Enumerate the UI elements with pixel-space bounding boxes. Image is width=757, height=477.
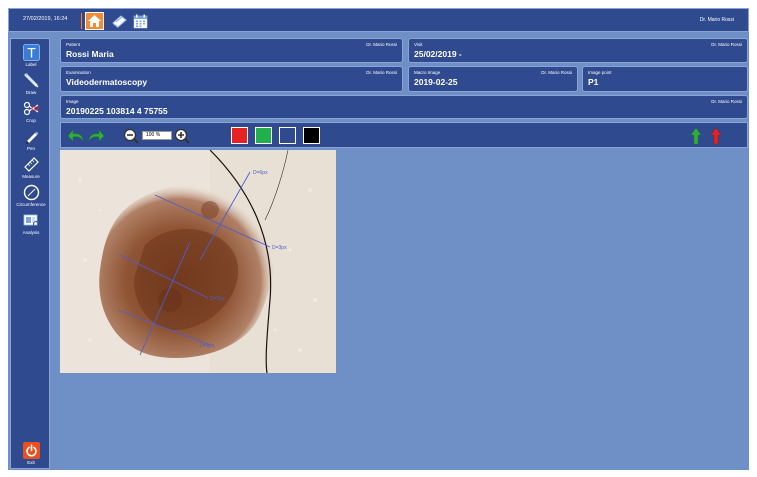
calendar-button[interactable]	[131, 12, 150, 30]
image-point-field-value: P1	[588, 77, 599, 87]
home-button[interactable]	[85, 12, 104, 30]
tool-analysis[interactable]: Analysis	[11, 211, 51, 235]
color-swatch-red[interactable]	[231, 127, 248, 144]
pen-draw-icon	[22, 71, 40, 89]
macro-image-field-label: Macro Image	[414, 70, 441, 75]
zoom-out-button[interactable]	[123, 127, 139, 144]
tool-draw-text: Draw	[25, 90, 37, 95]
image-field-label: Image	[66, 99, 79, 104]
image-point-field-label: Image point	[588, 70, 612, 75]
tool-draw[interactable]: Draw	[11, 71, 51, 95]
visit-field-value: 25/02/2019 -	[414, 49, 462, 59]
power-icon	[22, 442, 40, 459]
redo-button[interactable]	[87, 127, 105, 144]
tool-label-text: Label	[25, 62, 37, 67]
examination-field-label: Examination	[66, 70, 91, 75]
patient-field[interactable]: Patient Dr. Mario Rossi Rossi Maria	[60, 38, 403, 63]
zoom-out-icon	[123, 128, 139, 144]
zoom-level-input[interactable]: 100 %	[142, 131, 172, 140]
examination-field-value: Videodermatoscopy	[66, 77, 148, 87]
macro-image-field-user: Dr. Mario Rossi	[541, 70, 572, 75]
patient-field-label: Patient	[66, 42, 81, 47]
dermoscopy-image: D=6px D=3px D=7px D=2px	[60, 150, 336, 373]
current-user: Dr. Mario Rossi	[699, 17, 734, 23]
calendar-icon	[133, 14, 148, 28]
tool-sidebar: T Label Draw Crop Pen Measure Circumfere…	[10, 38, 50, 469]
macro-image-field[interactable]: Macro Image Dr. Mario Rossi 2019-02-25	[408, 66, 578, 92]
tool-pen-text: Pen	[26, 146, 35, 151]
exit-button[interactable]: Exit	[11, 442, 51, 465]
image-field-value: 20190225 103814 4 75755	[66, 106, 168, 116]
tool-crop-text: Crop	[26, 118, 36, 123]
patient-field-user: Dr. Mario Rossi	[366, 42, 397, 47]
book-icon	[112, 14, 127, 28]
undo-button[interactable]	[67, 127, 85, 144]
image-field-user: Dr. Mario Rossi	[711, 99, 742, 104]
tool-analysis-text: Analysis	[22, 230, 40, 235]
svg-text:T: T	[27, 44, 36, 60]
measurement-label: D=6px	[253, 170, 268, 176]
measurement-label: D=2px	[200, 343, 215, 349]
zoom-in-icon	[174, 128, 190, 144]
move-up-button[interactable]	[689, 127, 703, 144]
redo-icon	[88, 128, 105, 142]
tool-crop[interactable]: Crop	[11, 99, 51, 123]
examination-field-user: Dr. Mario Rossi	[366, 70, 397, 75]
color-swatch-black[interactable]	[303, 127, 320, 144]
arrow-up-red-icon	[710, 127, 722, 144]
image-point-field[interactable]: Image point P1	[582, 66, 748, 92]
tool-circumference[interactable]: Circumference	[11, 183, 51, 207]
analysis-icon	[22, 211, 40, 229]
tool-measure[interactable]: Measure	[11, 155, 51, 179]
exit-label: Exit	[27, 460, 35, 465]
image-field[interactable]: Image Dr. Mario Rossi 20190225 103814 4 …	[60, 95, 748, 119]
tool-label[interactable]: T Label	[11, 43, 51, 67]
agenda-button[interactable]	[110, 12, 129, 30]
color-swatch-green[interactable]	[255, 127, 272, 144]
examination-field[interactable]: Examination Dr. Mario Rossi Videodermato…	[60, 66, 403, 92]
measurement-label: D=3px	[272, 245, 287, 251]
home-icon	[88, 15, 101, 27]
move-down-button[interactable]	[709, 127, 723, 144]
top-bar: 27/02/2019, 16:24 Dr. Mario Rossi	[8, 8, 749, 32]
dermoscopy-image-viewer[interactable]: D=6px D=3px D=7px D=2px	[60, 150, 336, 373]
divider	[81, 13, 82, 29]
image-toolbar: 100 %	[60, 122, 748, 148]
tool-measure-text: Measure	[22, 174, 40, 179]
circle-icon	[22, 183, 40, 201]
zoom-in-button[interactable]	[174, 127, 190, 144]
patient-field-value: Rossi Maria	[66, 49, 114, 59]
visit-field-user: Dr. Mario Rossi	[711, 42, 742, 47]
visit-field-label: Visit	[414, 42, 423, 47]
scissors-icon	[22, 99, 40, 117]
tool-circumference-text: Circumference	[16, 202, 46, 207]
app-window: 27/02/2019, 16:24 Dr. Mario Rossi T Labe…	[8, 8, 749, 470]
pen-icon	[22, 127, 40, 145]
tool-pen[interactable]: Pen	[11, 127, 51, 151]
color-swatch-blue[interactable]	[279, 127, 296, 144]
macro-image-field-value: 2019-02-25	[414, 77, 458, 87]
arrow-up-icon	[690, 127, 702, 144]
ruler-icon	[22, 155, 40, 173]
undo-icon	[67, 128, 84, 142]
datetime-display: 27/02/2019, 16:24	[23, 16, 68, 22]
measurement-label: D=7px	[210, 296, 225, 302]
text-t-icon: T	[22, 43, 40, 61]
visit-field[interactable]: Visit Dr. Mario Rossi 25/02/2019 -	[408, 38, 748, 63]
